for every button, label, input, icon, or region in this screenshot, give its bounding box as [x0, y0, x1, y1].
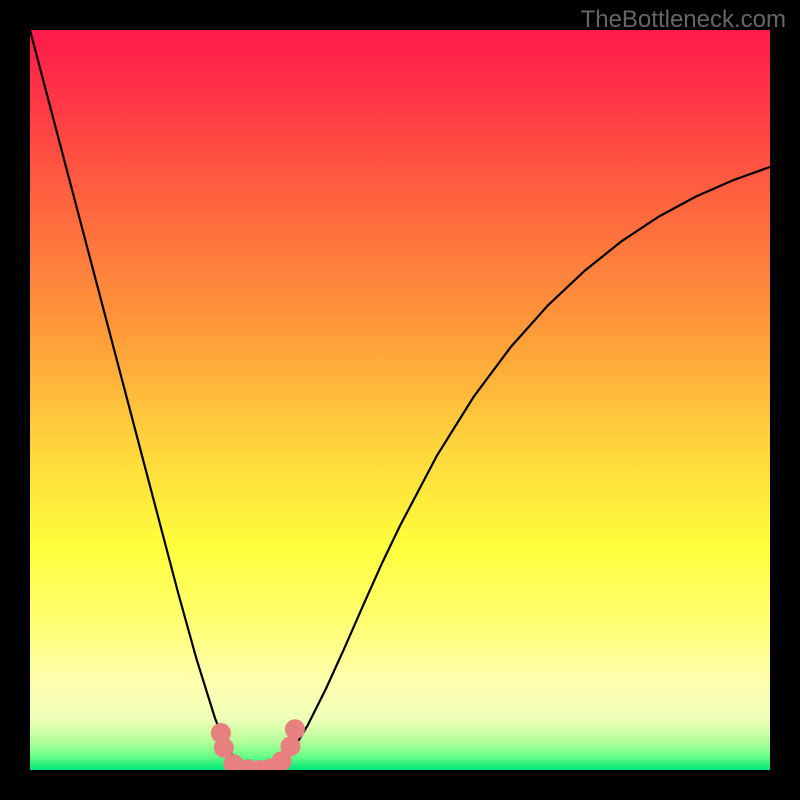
curve-marker: [285, 719, 305, 739]
watermark-text: TheBottleneck.com: [581, 6, 786, 34]
bottleneck-chart: [30, 30, 770, 770]
curve-marker: [280, 736, 300, 756]
gradient-rect: [30, 30, 770, 770]
